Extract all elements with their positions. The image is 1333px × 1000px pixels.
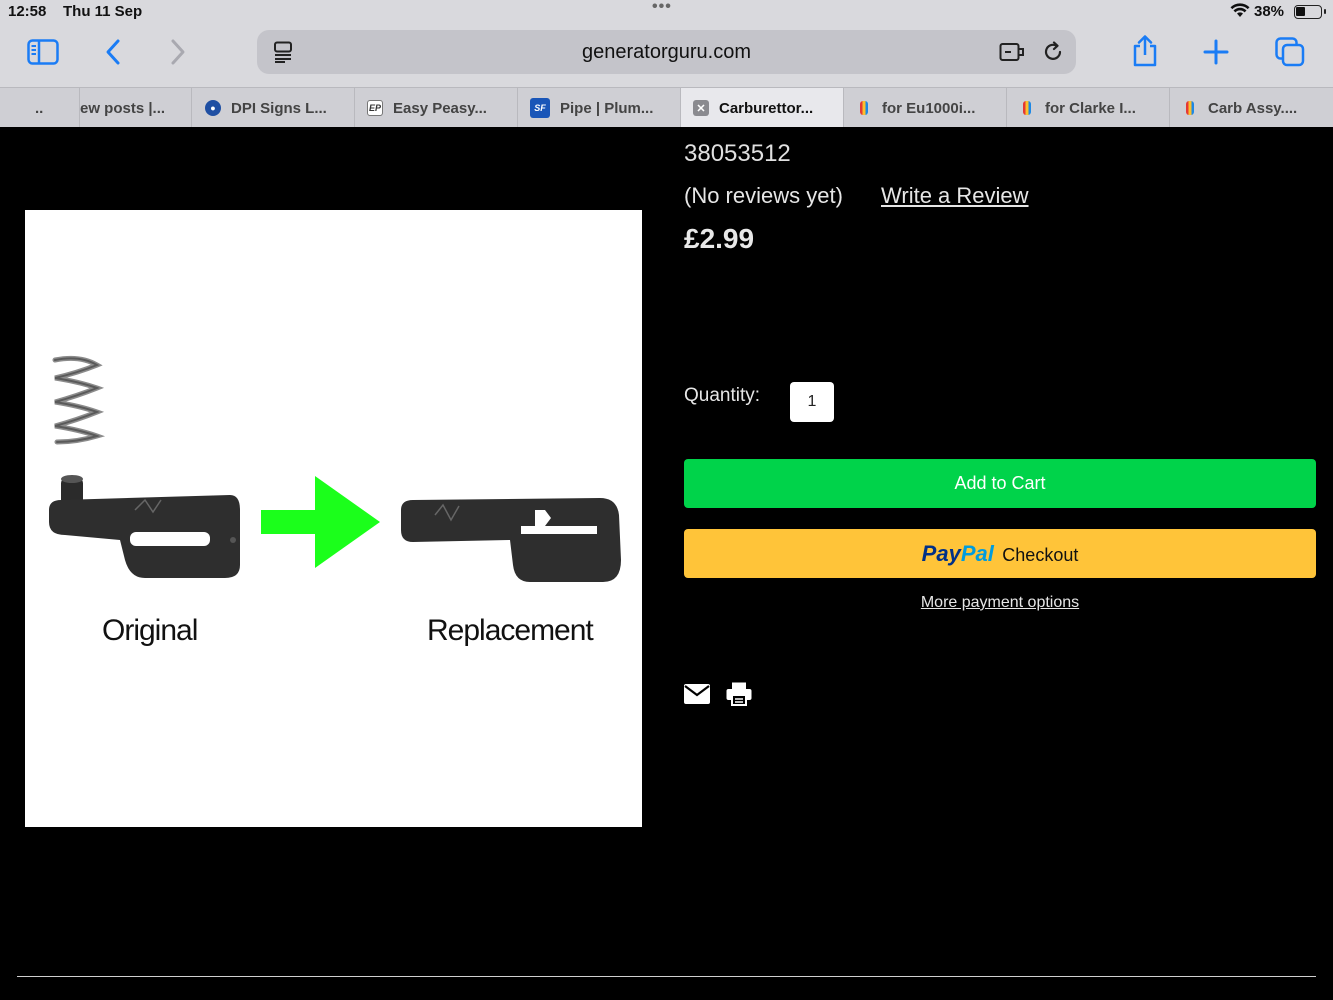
new-tab-icon[interactable] <box>1198 34 1234 70</box>
battery-percent: 38% <box>1254 3 1285 20</box>
marker-favicon-icon <box>1023 101 1031 115</box>
tab-label: Easy Peasy... <box>393 99 487 117</box>
share-icon[interactable] <box>1127 33 1163 69</box>
quantity-label: Quantity: <box>684 385 761 406</box>
tab-label: for Clarke I... <box>1045 99 1136 117</box>
tab-label: Carb Assy.... <box>1208 99 1298 117</box>
email-icon[interactable] <box>684 684 710 709</box>
tabs-overview-icon[interactable] <box>1272 34 1308 70</box>
write-review-link[interactable]: Write a Review <box>881 183 1029 209</box>
tab-4[interactable]: SF Pipe | Plum... <box>518 88 681 128</box>
print-icon[interactable] <box>726 682 752 711</box>
more-payment-options-link[interactable]: More payment options <box>684 594 1316 612</box>
footer-divider <box>17 976 1316 977</box>
marker-favicon-icon <box>1186 101 1194 115</box>
caption-original: Original <box>102 614 198 647</box>
sf-favicon-icon: SF <box>530 98 550 118</box>
tab-5-active[interactable]: ✕ Carburettor... <box>681 88 844 128</box>
add-to-cart-button[interactable]: Add to Cart <box>684 459 1316 508</box>
sidebar-toggle-icon[interactable] <box>25 34 61 70</box>
address-bar[interactable]: generatorguru.com <box>257 30 1076 74</box>
browser-chrome: 12:58 Thu 11 Sep ••• 38% generatorguru.c… <box>0 0 1333 128</box>
paypal-logo-pal: Pal <box>960 541 994 566</box>
product-illustration <box>49 355 621 582</box>
reviews-count: (No reviews yet) <box>684 183 843 208</box>
status-bar: 12:58 Thu 11 Sep ••• 38% <box>0 0 1333 24</box>
tab-label: Pipe | Plum... <box>560 99 654 117</box>
tab-8[interactable]: Carb Assy.... <box>1170 88 1333 128</box>
caption-replacement: Replacement <box>427 614 594 647</box>
tab-bar: .. ew posts |... ● DPI Signs L... EP Eas… <box>0 87 1333 128</box>
forward-icon[interactable] <box>160 34 196 70</box>
product-price: £2.99 <box>684 223 755 254</box>
tab-label: .. <box>35 99 44 117</box>
reload-icon[interactable] <box>1042 41 1064 68</box>
close-tab-icon[interactable]: ✕ <box>693 100 709 116</box>
paypal-logo-pay: Pay <box>921 541 961 566</box>
product-image[interactable]: Original Replacement <box>25 210 642 827</box>
url-text[interactable]: generatorguru.com <box>257 41 1076 64</box>
tab-label: ew posts |... <box>80 99 166 117</box>
tab-label: for Eu1000i... <box>882 99 976 117</box>
tab-0[interactable]: .. <box>0 88 80 128</box>
tab-2[interactable]: ● DPI Signs L... <box>192 88 355 128</box>
replacement-part <box>401 498 621 582</box>
paypal-checkout-label: Checkout <box>1002 545 1079 565</box>
epf-favicon-icon: EP <box>367 100 383 116</box>
dpi-favicon-icon: ● <box>205 100 221 116</box>
back-icon[interactable] <box>95 34 131 70</box>
original-part <box>49 475 240 578</box>
status-time: 12:58 <box>8 3 47 20</box>
cast-icon[interactable] <box>999 42 1025 67</box>
wifi-icon <box>1230 3 1250 22</box>
multitasking-dots-icon[interactable]: ••• <box>652 0 672 16</box>
quantity-input[interactable] <box>790 382 834 422</box>
tab-3[interactable]: EP Easy Peasy... <box>355 88 518 128</box>
marker-favicon-icon <box>860 101 868 115</box>
status-date: Thu 11 Sep <box>63 3 143 20</box>
tab-6[interactable]: for Eu1000i... <box>844 88 1007 128</box>
green-arrow <box>261 476 380 568</box>
product-sku: 38053512 <box>684 140 791 167</box>
tab-label: Carburettor... <box>719 99 814 117</box>
tab-7[interactable]: for Clarke I... <box>1007 88 1170 128</box>
tab-1[interactable]: ew posts |... <box>80 88 192 128</box>
paypal-checkout-button[interactable]: PayPal Checkout <box>684 529 1316 578</box>
battery-icon <box>1294 5 1326 19</box>
tab-label: DPI Signs L... <box>231 99 327 117</box>
page-content: Original Replacement 38053512 (No review… <box>0 127 1333 1000</box>
